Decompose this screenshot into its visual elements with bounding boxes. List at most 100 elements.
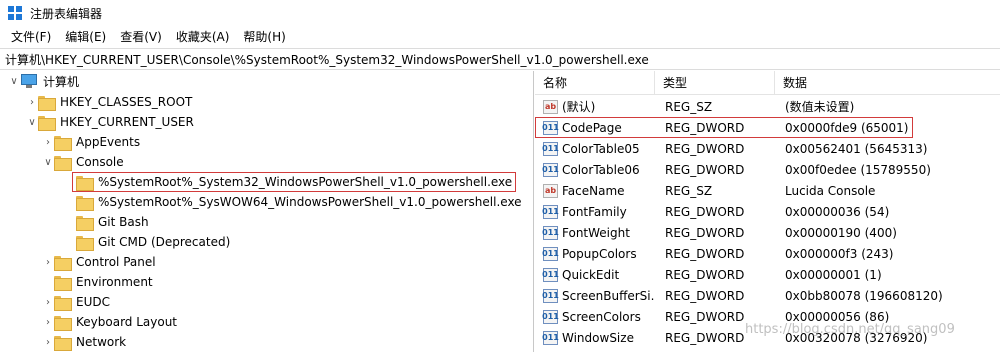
string-value-icon: ab	[543, 183, 558, 198]
dword-value-icon: 011	[542, 225, 559, 240]
dword-value-icon: 011	[542, 246, 559, 261]
value-data: 0x00000190 (400)	[785, 225, 897, 240]
regedit-icon	[8, 6, 22, 20]
tree-item-network[interactable]: › Network	[42, 332, 126, 352]
tree-item-label: HKEY_CURRENT_USER	[60, 115, 194, 129]
menu-edit[interactable]: 编辑(E)	[58, 26, 113, 48]
dword-value-icon: 011	[542, 162, 559, 177]
folder-icon	[38, 115, 56, 131]
list-row[interactable]: ab FaceName REG_SZ Lucida Console	[535, 180, 1000, 201]
value-type: REG_SZ	[665, 99, 713, 114]
chevron-right-icon	[42, 272, 54, 292]
folder-icon	[54, 155, 72, 171]
value-name: QuickEdit	[562, 267, 620, 282]
list-row[interactable]: ab (默认) REG_SZ (数值未设置)	[535, 96, 1000, 117]
value-type: REG_DWORD	[665, 120, 745, 135]
folder-icon	[76, 195, 94, 211]
value-data: 0x00000001 (1)	[785, 267, 882, 282]
value-name: ColorTable06	[562, 162, 640, 177]
tree-item-environment[interactable]: Environment	[42, 272, 153, 292]
value-type: REG_DWORD	[665, 225, 745, 240]
tree-item-label: Git CMD (Deprecated)	[98, 235, 231, 249]
tree-item-keyboard-layout[interactable]: › Keyboard Layout	[42, 312, 177, 332]
tree-item-label: %SystemRoot%_SysWOW64_WindowsPowerShell_…	[98, 195, 522, 209]
watermark: https://blog.csdn.net/qq_sang09	[745, 322, 955, 337]
chevron-right-icon[interactable]: ›	[42, 252, 54, 272]
value-type: REG_DWORD	[665, 141, 745, 156]
dword-value-icon: 011	[542, 204, 559, 219]
value-type: REG_SZ	[665, 183, 713, 198]
value-name: CodePage	[562, 120, 622, 135]
chevron-right-icon[interactable]: ›	[42, 292, 54, 312]
chevron-down-icon[interactable]: ∨	[26, 112, 38, 132]
tree-item-label: AppEvents	[76, 135, 141, 149]
value-type: REG_DWORD	[665, 246, 745, 261]
value-type: REG_DWORD	[665, 162, 745, 177]
tree-item-label: %SystemRoot%_System32_WindowsPowerShell_…	[98, 175, 513, 189]
list-row[interactable]: 011 ScreenBufferSi... REG_DWORD 0x0bb80078 …	[535, 285, 1000, 306]
list-row[interactable]: 011 ColorTable05 REG_DWORD 0x00562401 (5645…	[535, 138, 1000, 159]
cell-name: 011 FontFamily	[535, 204, 655, 219]
value-name: WindowSize	[562, 330, 634, 345]
value-data: Lucida Console	[785, 183, 876, 198]
tree-item-label: Control Panel	[76, 255, 156, 269]
menu-help[interactable]: 帮助(H)	[236, 26, 292, 48]
list-row[interactable]: 011 CodePage REG_DWORD 0x0000fde9 (65001)	[535, 117, 913, 138]
chevron-down-icon[interactable]: ∨	[42, 152, 54, 172]
cell-name: 011 PopupColors	[535, 246, 655, 261]
value-name: FaceName	[562, 183, 625, 198]
column-header-name[interactable]: 名称	[535, 71, 655, 95]
chevron-down-icon[interactable]: ∨	[8, 71, 20, 91]
values-list: 名称 类型 数据 ab (默认) REG_SZ (数值未设置) 011 CodePage R…	[535, 71, 1000, 352]
cell-name: ab FaceName	[535, 183, 655, 198]
chevron-right-icon[interactable]: ›	[42, 132, 54, 152]
title-bar: 注册表编辑器	[0, 0, 1000, 26]
folder-icon	[54, 335, 72, 351]
value-data: (数值未设置)	[785, 100, 855, 114]
cell-name: ab (默认)	[535, 98, 655, 115]
address-bar[interactable]: 计算机\HKEY_CURRENT_USER\Console\%SystemRoo…	[0, 48, 1000, 70]
tree-item-label: 计算机	[43, 74, 80, 89]
tree-item-hkcr[interactable]: › HKEY_CLASSES_ROOT	[26, 92, 192, 112]
list-row[interactable]: 011 QuickEdit REG_DWORD 0x00000001 (1)	[535, 264, 1000, 285]
tree-item-appevents[interactable]: › AppEvents	[42, 132, 140, 152]
dword-value-icon: 011	[542, 120, 559, 135]
dword-value-icon: 011	[542, 309, 559, 324]
chevron-right-icon[interactable]: ›	[26, 92, 38, 112]
menu-view[interactable]: 查看(V)	[113, 26, 169, 48]
value-type: REG_DWORD	[665, 267, 745, 282]
menu-favorites[interactable]: 收藏夹(A)	[169, 26, 237, 48]
value-name: FontFamily	[562, 204, 627, 219]
list-row[interactable]: 011 PopupColors REG_DWORD 0x000000f3 (243)	[535, 243, 1000, 264]
tree-item-label: Environment	[76, 275, 153, 289]
value-type: REG_DWORD	[665, 204, 745, 219]
list-row[interactable]: 011 FontFamily REG_DWORD 0x00000036 (54)	[535, 201, 1000, 222]
chevron-right-icon[interactable]: ›	[42, 312, 54, 332]
tree-item-console[interactable]: ∨ Console	[42, 152, 124, 172]
cell-name: 011 ColorTable05	[535, 141, 655, 156]
folder-icon	[54, 275, 72, 291]
value-name: FontWeight	[562, 225, 630, 240]
tree-item-label: Keyboard Layout	[76, 315, 178, 329]
menu-file[interactable]: 文件(F)	[4, 26, 58, 48]
tree-item-git-cmd[interactable]: Git CMD (Deprecated)	[76, 232, 230, 252]
value-name: PopupColors	[562, 246, 637, 261]
string-value-icon: ab	[543, 99, 558, 114]
tree-item-git-bash[interactable]: Git Bash	[76, 212, 149, 232]
tree-item-control-panel[interactable]: › Control Panel	[42, 252, 156, 272]
column-header-type[interactable]: 类型	[655, 71, 775, 95]
chevron-right-icon[interactable]: ›	[42, 332, 54, 352]
tree-item-computer[interactable]: ∨ 计算机	[8, 71, 79, 91]
value-name: (默认)	[562, 100, 596, 114]
value-name: ScreenBufferSi...	[562, 288, 655, 303]
tree-item-hkcu[interactable]: ∨ HKEY_CURRENT_USER	[26, 112, 194, 132]
list-row[interactable]: 011 FontWeight REG_DWORD 0x00000190 (400)	[535, 222, 1000, 243]
tree-item-powershell-system32[interactable]: %SystemRoot%_System32_WindowsPowerShell_…	[72, 172, 517, 192]
list-row[interactable]: 011 ColorTable06 REG_DWORD 0x00f0edee (1578…	[535, 159, 1000, 180]
tree-item-eudc[interactable]: › EUDC	[42, 292, 110, 312]
tree-item-label: Git Bash	[98, 215, 149, 229]
value-data: 0x00f0edee (15789550)	[785, 162, 931, 177]
tree-item-powershell-syswow64[interactable]: %SystemRoot%_SysWOW64_WindowsPowerShell_…	[76, 192, 522, 212]
column-header-data[interactable]: 数据	[775, 71, 1000, 95]
cell-name: 011 WindowSize	[535, 330, 655, 345]
